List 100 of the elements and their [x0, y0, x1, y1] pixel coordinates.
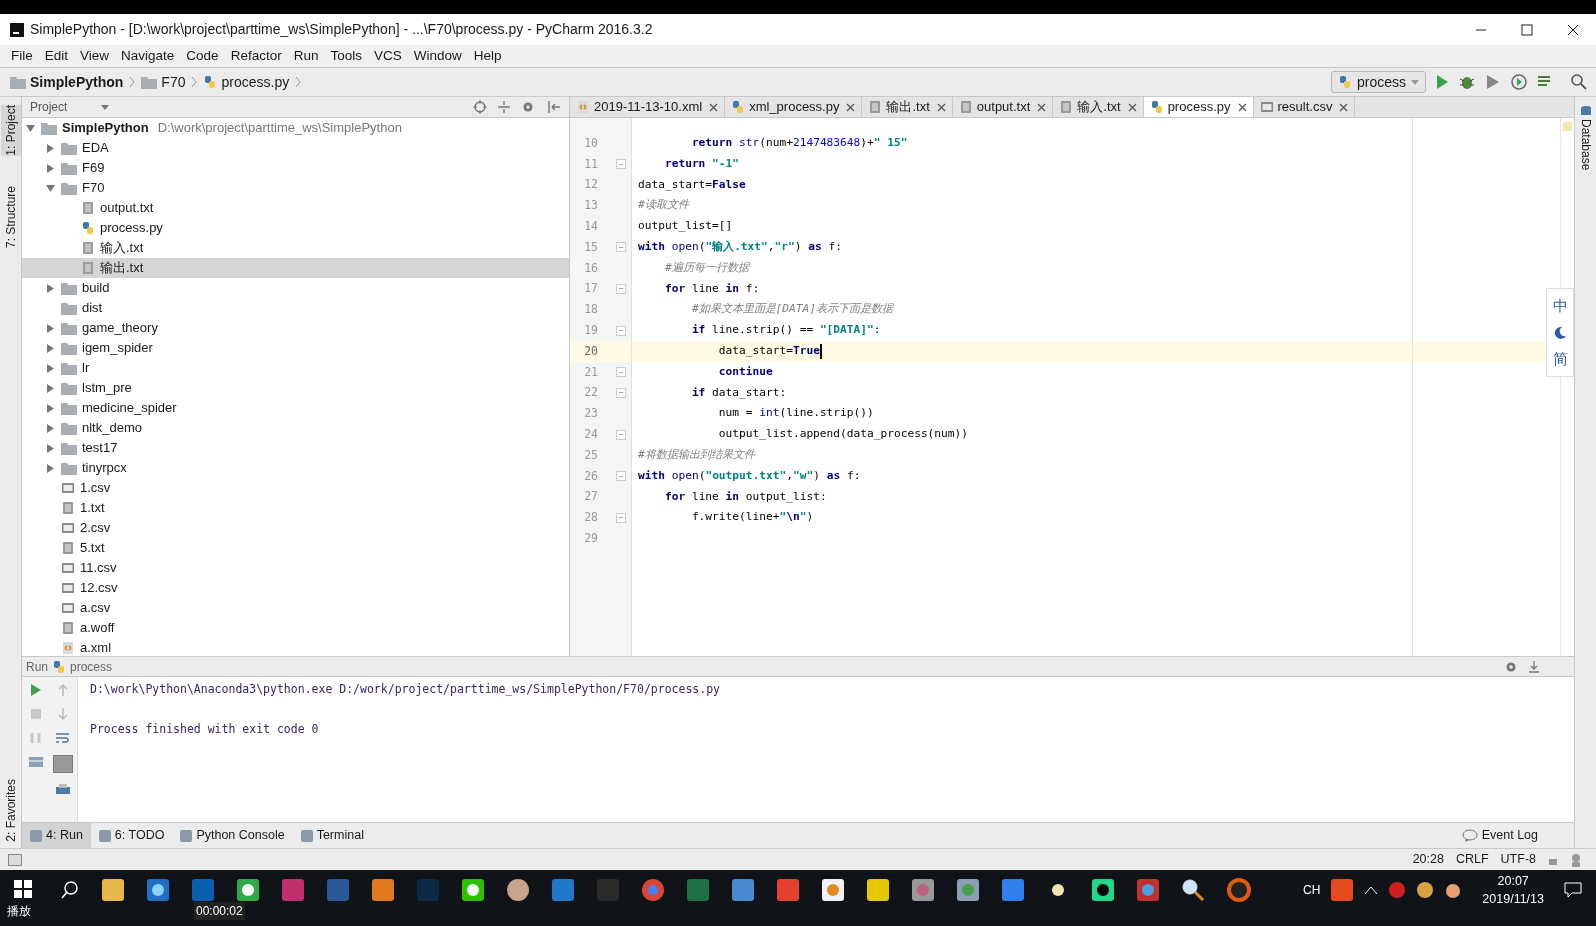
tree-item[interactable]: a.xml: [22, 638, 569, 656]
collapse-icon[interactable]: [497, 100, 511, 114]
search-icon[interactable]: [60, 880, 80, 900]
tree-item[interactable]: F69: [22, 158, 569, 178]
rerun-icon[interactable]: [28, 683, 43, 697]
collapsed-arrow-icon[interactable]: [46, 363, 55, 373]
breadcrumb-item[interactable]: SimplePython: [30, 71, 124, 93]
side-tab[interactable]: 7: Structure: [0, 185, 21, 248]
tree-item[interactable]: medicine_spider: [22, 398, 569, 418]
tree-item[interactable]: output.txt: [22, 198, 569, 218]
collapsed-arrow-icon[interactable]: [46, 463, 55, 473]
close-icon[interactable]: [846, 102, 856, 112]
tree-item[interactable]: EDA: [22, 138, 569, 158]
menu-item[interactable]: VCS: [368, 45, 407, 67]
close-icon[interactable]: [1037, 102, 1047, 112]
menu-item[interactable]: File: [6, 45, 38, 67]
collapsed-arrow-icon[interactable]: [46, 283, 55, 293]
panel-title[interactable]: Project: [30, 98, 68, 116]
close-icon[interactable]: [709, 102, 719, 112]
tree-item[interactable]: 12.csv: [22, 578, 569, 598]
breadcrumb-item[interactable]: F70: [161, 71, 186, 93]
tree-item[interactable]: game_theory: [22, 318, 569, 338]
avatar-icon[interactable]: [506, 878, 530, 902]
tree-item[interactable]: 5.txt: [22, 538, 569, 558]
chevron-up-icon[interactable]: [1364, 885, 1379, 895]
hide-icon[interactable]: [547, 100, 561, 114]
menu-item[interactable]: Edit: [39, 45, 74, 67]
input-language[interactable]: CH: [1303, 881, 1321, 899]
tree-item[interactable]: F70: [22, 178, 569, 198]
event-log-button[interactable]: Event Log: [1461, 826, 1538, 845]
tree-item[interactable]: nltk_demo: [22, 418, 569, 438]
magnifier-icon[interactable]: [1181, 878, 1205, 902]
tool-tab[interactable]: Python Console: [172, 823, 293, 848]
side-tab[interactable]: 2: Favorites: [0, 779, 21, 842]
tree-item[interactable]: 1.txt: [22, 498, 569, 518]
ime-script-button[interactable]: 简: [1552, 347, 1568, 370]
tree-item[interactable]: tinyrpcx: [22, 458, 569, 478]
editor-tab[interactable]: process.py: [1143, 97, 1254, 117]
clock-time[interactable]: 20:07: [1497, 872, 1529, 890]
menu-item[interactable]: Help: [468, 45, 507, 67]
tree-item[interactable]: lr: [22, 358, 569, 378]
notification-icon[interactable]: [1564, 882, 1582, 898]
tree-item[interactable]: process.py: [22, 218, 569, 238]
hide-icon[interactable]: [1528, 659, 1540, 674]
tree-item[interactable]: lstm_pre: [22, 378, 569, 398]
tree-item[interactable]: 输出.txt: [22, 258, 569, 278]
collapsed-arrow-icon[interactable]: [46, 383, 55, 393]
panel-toggle-icon[interactable]: [8, 853, 22, 866]
line-ending[interactable]: CRLF: [1455, 850, 1489, 869]
chrome-icon[interactable]: [641, 878, 665, 902]
tree-item[interactable]: a.csv: [22, 598, 569, 618]
close-icon[interactable]: [1339, 102, 1349, 112]
menu-item[interactable]: Window: [408, 45, 467, 67]
run-icon[interactable]: [1434, 74, 1450, 90]
ime-mode-button[interactable]: 中: [1552, 295, 1568, 318]
run-config-dropdown[interactable]: process: [1330, 71, 1426, 93]
expanded-arrow-icon[interactable]: [46, 183, 55, 193]
windows-start-icon[interactable]: [14, 880, 32, 898]
menu-item[interactable]: Refactor: [225, 45, 287, 67]
menu-item[interactable]: Code: [181, 45, 224, 67]
close-icon[interactable]: [1237, 102, 1247, 112]
collapsed-arrow-icon[interactable]: [46, 323, 55, 333]
tree-item[interactable]: igem_spider: [22, 338, 569, 358]
tool-tab[interactable]: Terminal: [292, 823, 372, 848]
tool-tab[interactable]: 6: TODO: [90, 823, 173, 848]
expanded-arrow-icon[interactable]: [26, 123, 35, 133]
tree-item[interactable]: 输入.txt: [22, 238, 569, 258]
tree-item[interactable]: SimplePython D:\work\project\parttime_ws\SimplePython: [22, 118, 569, 138]
menu-item[interactable]: View: [75, 45, 115, 67]
tree-item[interactable]: build: [22, 278, 569, 298]
tree-item[interactable]: 1.csv: [22, 478, 569, 498]
collapsed-arrow-icon[interactable]: [46, 343, 55, 353]
side-tab[interactable]: Database: [1576, 119, 1595, 171]
caret-position[interactable]: 20:28: [1412, 850, 1444, 869]
wrap-icon[interactable]: [55, 731, 72, 745]
tree-item[interactable]: test17: [22, 438, 569, 458]
locate-icon[interactable]: [473, 100, 487, 114]
close-icon[interactable]: [1127, 102, 1137, 112]
menu-item[interactable]: Run: [288, 45, 324, 67]
close-icon[interactable]: [936, 102, 946, 112]
tool-tab[interactable]: 4: Run: [22, 823, 91, 848]
print-icon[interactable]: [55, 783, 72, 797]
clock-date[interactable]: 2019/11/13: [1482, 890, 1544, 908]
collapsed-arrow-icon[interactable]: [46, 423, 55, 433]
collapsed-arrow-icon[interactable]: [46, 443, 55, 453]
encoding[interactable]: UTF-8: [1500, 850, 1536, 869]
menu-item[interactable]: Navigate: [116, 45, 180, 67]
tree-item[interactable]: dist: [22, 298, 569, 318]
collapsed-arrow-icon[interactable]: [46, 403, 55, 413]
breadcrumb-item[interactable]: process.py: [221, 71, 290, 93]
side-tab[interactable]: 1: Project: [0, 105, 21, 156]
tree-item[interactable]: a.woff: [22, 618, 569, 638]
collapsed-arrow-icon[interactable]: [46, 143, 55, 153]
collapsed-arrow-icon[interactable]: [46, 163, 55, 173]
tree-item[interactable]: 2.csv: [22, 518, 569, 538]
menu-item[interactable]: Tools: [325, 45, 367, 67]
search-icon[interactable]: [1570, 73, 1588, 91]
layout-icon[interactable]: [27, 755, 44, 769]
caret-icon[interactable]: [101, 104, 110, 110]
moon-icon[interactable]: [1553, 325, 1567, 340]
